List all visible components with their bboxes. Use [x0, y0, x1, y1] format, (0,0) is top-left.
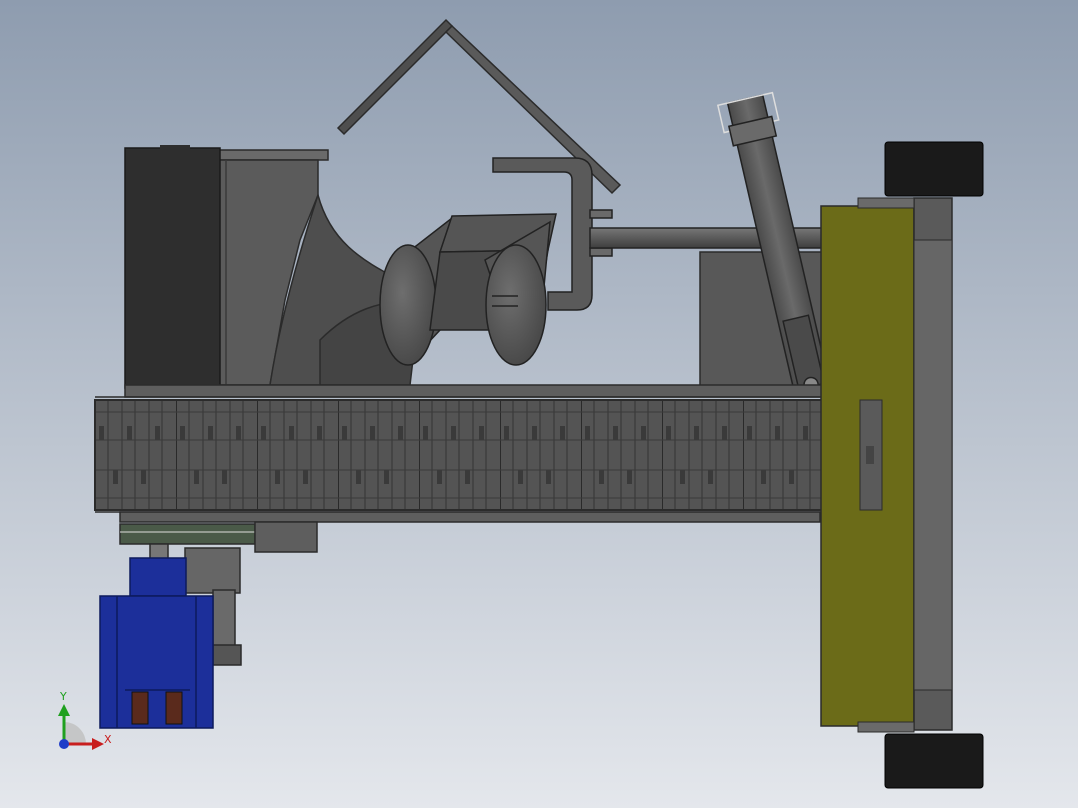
motor-terminal-left: [131, 691, 149, 725]
lower-bracket: [254, 521, 318, 553]
upper-frame-rail: [124, 384, 826, 398]
tire-bottom[interactable]: [884, 733, 984, 789]
cad-model-scene[interactable]: Y X: [0, 0, 1078, 808]
sprocket-hub: [866, 446, 874, 464]
control-box-cap: [160, 145, 190, 150]
y-axis-label: Y: [59, 690, 67, 703]
green-mount-plate: [119, 523, 256, 545]
crawler-track[interactable]: [94, 399, 886, 511]
x-axis-label: X: [104, 733, 112, 746]
column-inner-panel: [913, 239, 953, 691]
z-axis-dot: [59, 739, 69, 749]
column-bottom-bracket: [857, 721, 915, 733]
control-box[interactable]: [124, 147, 221, 389]
column-top-bracket: [857, 197, 915, 209]
lower-frame-rail: [119, 511, 821, 523]
tire-top[interactable]: [884, 141, 984, 197]
cad-viewport[interactable]: Y X: [0, 0, 1078, 808]
motor-terminal-right: [165, 691, 183, 725]
